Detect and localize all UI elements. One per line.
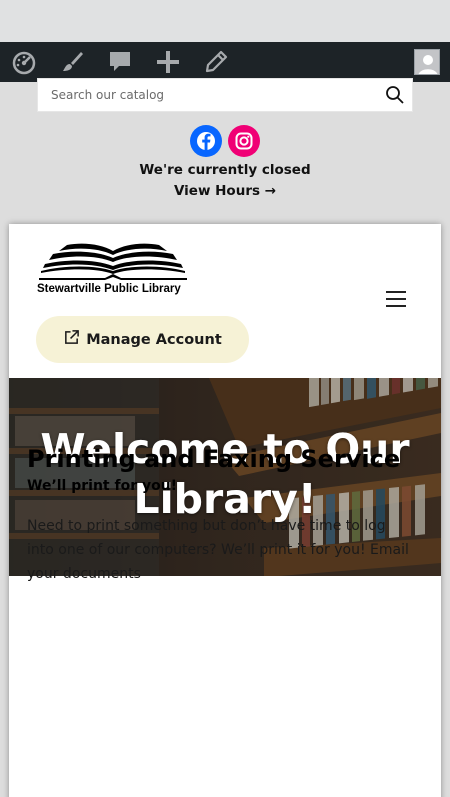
edit-pencil-icon[interactable] — [192, 42, 240, 82]
instagram-icon[interactable] — [228, 125, 260, 157]
hero-title: Welcome to Our Library! — [40, 425, 410, 524]
view-hours-link[interactable]: View Hours → — [0, 183, 450, 199]
manage-account-button[interactable]: Manage Account — [36, 316, 249, 363]
service-body: Need to print something but don’t have t… — [27, 518, 409, 582]
social-links — [190, 125, 260, 157]
avatar-icon[interactable] — [414, 49, 440, 75]
manage-account-label: Manage Account — [86, 331, 222, 348]
top-strip — [0, 0, 450, 42]
closed-status: We're currently closed — [139, 162, 311, 178]
comments-icon[interactable] — [96, 42, 144, 82]
admin-bar — [0, 42, 450, 82]
search-icon[interactable] — [378, 78, 412, 112]
main-card: Stewartville Public Library Manage Accou… — [9, 224, 441, 797]
menu-icon[interactable] — [386, 291, 406, 307]
customize-brush-icon[interactable] — [48, 42, 96, 82]
catalog-search-bar — [37, 78, 413, 112]
search-input[interactable] — [38, 79, 378, 111]
dashboard-icon[interactable] — [0, 42, 48, 82]
service-title: Printing and Faxing Service — [27, 445, 401, 473]
facebook-icon[interactable] — [190, 125, 222, 157]
service-subtitle: We’ll print for you! — [27, 478, 178, 494]
add-new-icon[interactable] — [144, 42, 192, 82]
external-link-icon — [63, 329, 80, 350]
library-name: Stewartville Public Library — [37, 283, 181, 295]
